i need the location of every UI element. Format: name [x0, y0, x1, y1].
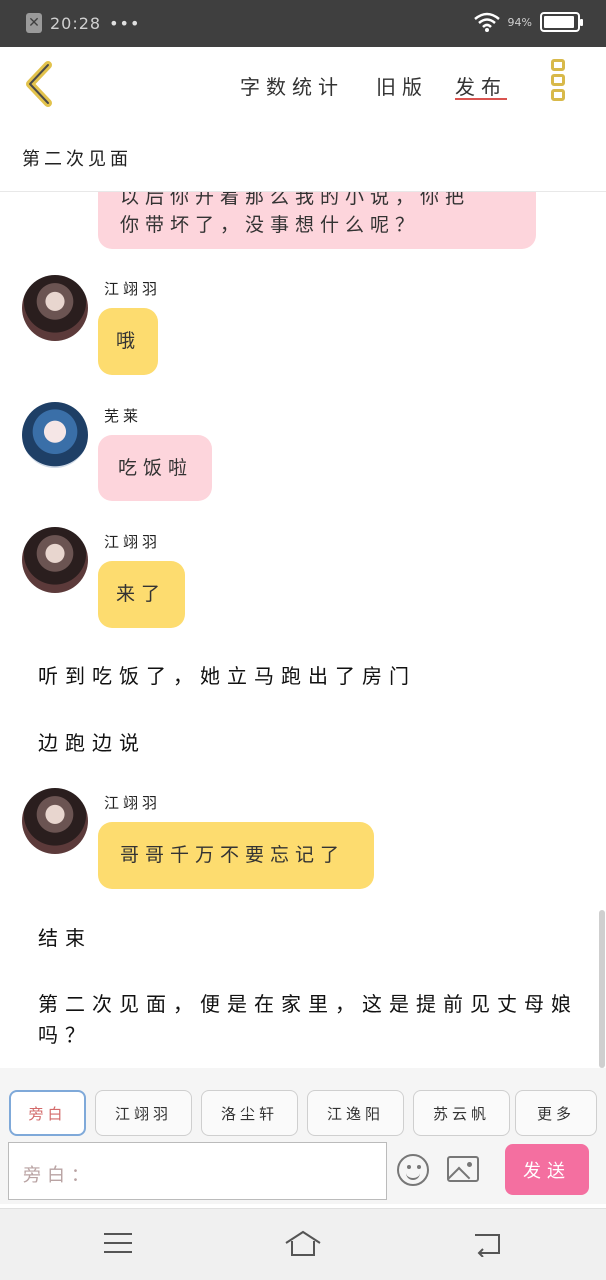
role-chip[interactable]: 洛尘轩: [201, 1090, 298, 1136]
narration-text: 听到吃饭了，她立马跑出了房门: [38, 664, 416, 688]
narration-text: 边跑边说: [38, 731, 146, 755]
back-arrow-icon[interactable]: [18, 59, 62, 109]
role-chip[interactable]: 苏云帆: [413, 1090, 510, 1136]
page-title: 第二次见面: [22, 149, 132, 170]
publish-link[interactable]: 发布: [455, 71, 507, 100]
menu-icon[interactable]: [104, 1233, 132, 1255]
wifi-icon: [473, 12, 500, 32]
speaker-name: 江翊羽: [104, 533, 162, 551]
speaker-name: 江翊羽: [104, 794, 162, 812]
narration-text: 第二次见面，便是在家里，这是提前见丈母娘 吗？: [38, 988, 578, 1048]
header: 字数统计 旧版 发布 第二次见面: [0, 47, 606, 192]
message-text: 哦: [116, 330, 142, 352]
message-bubble: 以后你开着那么我的小说，你把 你带坏了，没事想什么呢？: [98, 192, 536, 249]
more-roles-button[interactable]: 更多: [515, 1090, 597, 1136]
more-menu-icon[interactable]: [549, 59, 567, 107]
message-bubble: 来了: [98, 561, 185, 628]
message-bubble: 哦: [98, 308, 158, 375]
system-nav-bar: [0, 1208, 606, 1280]
message-text: 来了: [116, 583, 167, 605]
back-nav-icon[interactable]: [472, 1231, 502, 1257]
message-text-line: 你带坏了，没事想什么呢？: [120, 214, 421, 236]
message-text: 哥哥千万不要忘记了: [120, 844, 346, 866]
image-icon[interactable]: [447, 1156, 479, 1182]
avatar[interactable]: [22, 788, 88, 854]
message-bubble: 吃饭啦: [98, 435, 212, 501]
message-input[interactable]: 旁白：: [8, 1142, 387, 1200]
home-icon[interactable]: [283, 1229, 323, 1259]
narration-text: 结束: [38, 926, 92, 950]
role-chip-narrator[interactable]: 旁白: [9, 1090, 86, 1136]
message-bubble: 哥哥千万不要忘记了: [98, 822, 374, 889]
avatar[interactable]: [22, 527, 88, 593]
message-text: 吃饭啦: [118, 457, 194, 479]
send-button[interactable]: 发送: [505, 1144, 589, 1195]
old-version-link[interactable]: 旧版: [376, 71, 428, 100]
speaker-name: 芜莱: [104, 407, 143, 425]
avatar[interactable]: [22, 402, 88, 468]
scrollbar[interactable]: [599, 910, 605, 1068]
role-chip[interactable]: 江逸阳: [307, 1090, 404, 1136]
notification-icon: ✕: [26, 13, 42, 33]
role-chip[interactable]: 江翊羽: [95, 1090, 192, 1136]
avatar[interactable]: [22, 275, 88, 341]
status-time: 20:28: [50, 13, 102, 33]
emoji-icon[interactable]: [397, 1154, 429, 1186]
role-selector-bar: 旁白 江翊羽 洛尘轩 江逸阳 苏云帆 更多 旁白： 发送: [0, 1068, 606, 1204]
narration-line: 第二次见面，便是在家里，这是提前见丈母娘: [38, 992, 578, 1016]
battery-percent: 94%: [507, 15, 532, 29]
status-bar: ✕ 20:28 ••• 94%: [0, 0, 606, 47]
status-dots: •••: [109, 13, 141, 33]
speaker-name: 江翊羽: [104, 280, 162, 298]
battery-icon: [540, 12, 583, 32]
word-count-link[interactable]: 字数统计: [240, 71, 344, 100]
narration-line: 吗？: [38, 1023, 92, 1047]
chat-area[interactable]: 以后你开着那么我的小说，你把 你带坏了，没事想什么呢？ 江翊羽 哦 芜莱 吃饭啦…: [0, 192, 606, 1068]
